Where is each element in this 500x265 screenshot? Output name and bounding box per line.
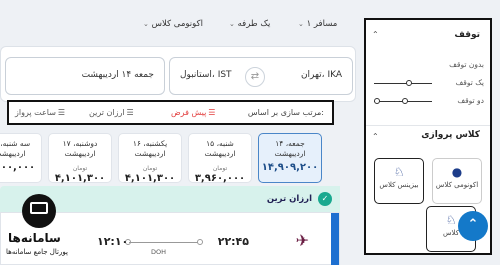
search-form: تهران، IKA ⇄ استانبول، IST جمعه ۱۴ اردیب… (0, 46, 356, 102)
chevron-down-icon: ⌄ (229, 20, 235, 28)
stop-option-one[interactable]: یک توقف (374, 78, 484, 90)
stops-filter-title: توقف (454, 30, 480, 40)
sort-time-label: ساعت پرواز (15, 108, 56, 117)
sort-label: مرتب سازی بر اساس: (247, 108, 324, 117)
price-value: ۵,۰۰۰,۰۰۰ (0, 162, 36, 173)
date-month: اردیبهشت (0, 149, 26, 158)
date-day: جمعه، ۱۴ (275, 139, 305, 148)
route-line (129, 242, 199, 243)
sort-bar: مرتب سازی بر اساس: پیش فرض ☰ ارزان ترین ☰ … (7, 100, 334, 125)
departure-time: ۲۲:۴۵ (217, 235, 249, 248)
date-price: ۵,۰۰۰,۰۰۰ (0, 162, 41, 173)
seat-icon: ● (451, 165, 463, 179)
date-month: اردیبهشت (204, 149, 236, 158)
class-option-business[interactable]: ♘ بیزینس کلاس (374, 158, 424, 204)
date-month: اردیبهشت (274, 149, 306, 158)
stop-slider-knob[interactable] (406, 80, 412, 86)
swap-icon[interactable]: ⇄ (245, 67, 265, 87)
sort-icon: ☰ (208, 108, 216, 117)
date-day: دوشنبه، ۱۷ (62, 139, 98, 148)
chevron-up-icon[interactable]: ⌃ (372, 30, 379, 39)
price-value: ۴,۱۰۱,۳۰۰ (124, 173, 176, 184)
chevron-down-icon: ⌄ (298, 20, 304, 28)
trip-type-label: یک طرفه (237, 19, 271, 29)
stop-option-label: دو توقف (457, 96, 484, 105)
route-end-dot (197, 239, 203, 245)
date-day: شنبه، ۱۵ (206, 139, 234, 148)
sort-default-label: پیش فرض (171, 108, 207, 117)
class-option-economy[interactable]: ● اکونومی کلاس (432, 158, 482, 204)
stop-slider-track (374, 83, 432, 84)
passengers-dropdown[interactable]: ⌄ ۱ مسافر (295, 19, 337, 29)
flight-search-page: ⌄ ۱ مسافر ⌄ یک طرفه ⌄ اکونومی کلاس تهران… (0, 0, 500, 265)
stop-slider-knob[interactable] (374, 98, 380, 104)
sort-cheapest-label: ارزان ترین (89, 108, 125, 117)
price-value: ۳,۹۶۰,۰۰۰ (194, 173, 246, 184)
stop-option-two[interactable]: دو توقف (374, 96, 484, 108)
class-filter-title: کلاس پروازی (421, 130, 480, 140)
date-field[interactable]: جمعه ۱۴ اردیبهشت (5, 57, 165, 95)
date-card[interactable]: جمعه، ۱۴ اردیبهشت ۱۴,۹۰۹,۲۰۰ (258, 133, 322, 183)
flight-badge (331, 213, 339, 265)
date-month: اردیبهشت (134, 149, 166, 158)
date-price: تومان ۴,۱۰۱,۳۰۰ (49, 162, 111, 184)
divider (366, 125, 490, 126)
date-price: ۱۴,۹۰۹,۲۰۰ (259, 162, 321, 173)
stop-option-none[interactable]: بدون توقف (374, 60, 484, 72)
date-price: تومان ۳,۹۶۰,۰۰۰ (189, 162, 251, 184)
search-header: ⌄ ۱ مسافر ⌄ یک طرفه ⌄ اکونومی کلاس تهران… (0, 8, 360, 102)
class-label: بیزینس کلاس (379, 181, 419, 189)
date-card[interactable]: شنبه، ۱۵ اردیبهشت تومان ۳,۹۶۰,۰۰۰ (188, 133, 252, 184)
cheapest-label: ارزان ترین (266, 194, 312, 204)
sort-default[interactable]: پیش فرض ☰ (171, 108, 215, 117)
sort-icon: ☰ (57, 108, 66, 117)
date-card[interactable]: دوشنبه، ۱۷ اردیبهشت تومان ۴,۱۰۱,۳۰۰ (48, 133, 112, 184)
cabin-class-label: اکونومی کلاس (151, 19, 203, 29)
cabin-class-dropdown[interactable]: ⌄ اکونومی کلاس (140, 19, 203, 29)
class-label: اکونومی کلاس (435, 181, 479, 189)
date-day: سه شنبه، ۱۸ (0, 139, 31, 148)
route-field[interactable]: تهران، IKA ⇄ استانبول، IST (169, 57, 353, 95)
stop-code: DOH (151, 248, 167, 256)
trip-type-dropdown[interactable]: ⌄ یک طرفه (226, 19, 270, 29)
date-card[interactable]: سه شنبه، ۱۸ اردیبهشت ۵,۰۰۰,۰۰۰ (0, 133, 42, 183)
date-price: تومان ۴,۱۰۱,۳۰۰ (119, 162, 181, 184)
sort-cheapest[interactable]: ارزان ترین ☰ (89, 108, 134, 117)
date-value: جمعه ۱۴ اردیبهشت (81, 70, 154, 80)
seat-icon: ♘ (393, 165, 405, 179)
price-value: ۴,۱۰۱,۳۰۰ (54, 173, 106, 184)
sort-icon: ☰ (126, 108, 134, 117)
currency-label: تومان (72, 165, 88, 172)
sort-time[interactable]: ساعت پرواز ☰ (15, 108, 65, 117)
chevron-down-icon: ⌄ (143, 20, 149, 28)
origin-field[interactable]: تهران، IKA (301, 70, 342, 80)
stop-slider-knob[interactable] (402, 98, 408, 104)
currency-label: تومان (142, 165, 158, 172)
chevron-up-icon[interactable]: ⌃ (372, 132, 379, 141)
passengers-label: ۱ مسافر (306, 19, 338, 29)
price-value: ۱۴,۹۰۹,۲۰۰ (261, 162, 319, 173)
watermark-title: سامانه‌ها (8, 231, 61, 245)
watermark-subtitle: پورتال جامع سامانه‌ها (6, 248, 68, 256)
date-price-strip: جمعه، ۱۴ اردیبهشت ۱۴,۹۰۹,۲۰۰ شنبه، ۱۵ ار… (0, 133, 336, 184)
stop-option-label: یک توقف (455, 78, 485, 87)
stop-option-label: بدون توقف (449, 60, 484, 69)
scroll-top-button[interactable]: ⌃ (458, 211, 488, 241)
watermark-logo: سامانه‌ها پورتال جامع سامانه‌ها (4, 188, 104, 265)
date-card[interactable]: یکشنبه، ۱۶ اردیبهشت تومان ۴,۱۰۱,۳۰۰ (118, 133, 182, 184)
destination-field[interactable]: استانبول، IST (180, 70, 232, 80)
date-day: یکشنبه، ۱۶ (132, 139, 168, 148)
currency-label: تومان (212, 165, 228, 172)
date-month: اردیبهشت (64, 149, 96, 158)
monitor-icon (30, 202, 48, 214)
tag-icon: ✓ (318, 192, 332, 206)
airline-logo-icon: ✈ (295, 231, 309, 250)
